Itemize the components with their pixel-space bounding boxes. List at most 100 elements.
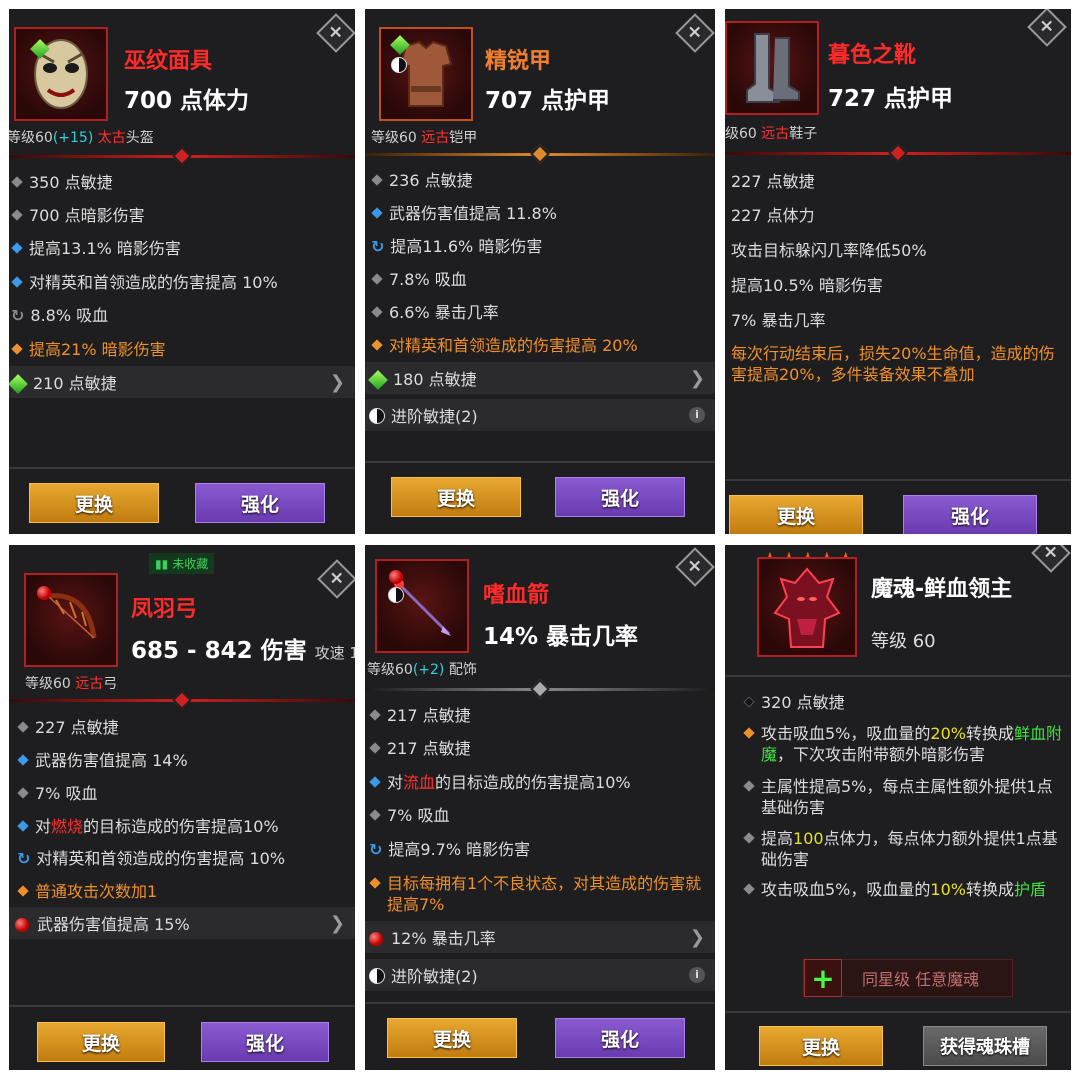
enhance-button[interactable]: 强化 [903, 495, 1037, 534]
chevron-right-icon: ❯ [689, 926, 705, 948]
close-icon: × [328, 22, 344, 43]
socket-text: 武器伤害值提高 15% [37, 915, 190, 934]
close-button[interactable]: × [317, 559, 355, 599]
quality-text: 远古 [761, 126, 790, 142]
stat-line: 攻击吸血5%，吸血量的20%转换成鲜血附魔，下次攻击附带额外暗影伤害 [741, 723, 1063, 765]
replace-button[interactable]: 更换 [37, 1022, 165, 1062]
item-card-bow: ▮▮未收藏 × 凤羽弓 685 - 842 伤害攻速 1.2 等级60 远古弓 … [9, 545, 355, 1070]
stat-line: 6.6% 暴击几率 [369, 302, 499, 323]
close-button[interactable]: × [1031, 545, 1071, 573]
close-button[interactable]: × [675, 547, 715, 587]
divider [365, 679, 715, 699]
advanced-stat-row[interactable]: 进阶敏捷(2) i [365, 399, 715, 431]
yinyang-icon [391, 57, 407, 73]
bullet-icon [743, 727, 755, 739]
divider [9, 146, 355, 166]
separator [9, 1005, 355, 1007]
stat-line: 350 点敏捷 [9, 172, 113, 193]
enhance-button[interactable]: 强化 [555, 477, 685, 517]
item-card-armor: × 精锐甲 707 点护甲 等级60 远古铠甲 236 点敏捷 武器伤害值提高 … [365, 9, 715, 534]
bullet-icon [17, 885, 29, 897]
enhance-button[interactable]: 强化 [555, 1018, 685, 1058]
item-level-line: 等级60 远古铠甲 [371, 127, 477, 147]
quality-text: 远古 [421, 130, 450, 146]
item-name: 精锐甲 [485, 49, 552, 74]
close-button[interactable]: × [675, 13, 715, 53]
bullet-icon [11, 276, 23, 288]
gem-red-icon [15, 917, 29, 932]
bullet-icon [17, 721, 29, 733]
enhance-button[interactable]: 强化 [195, 483, 325, 523]
bullet-icon [369, 776, 381, 788]
advanced-stat-row[interactable]: 进阶敏捷(2) i [365, 959, 715, 991]
socket-row[interactable]: 180 点敏捷 ❯ [365, 362, 715, 394]
socket-row[interactable]: 武器伤害值提高 15% ❯ [9, 907, 355, 939]
close-icon: × [1039, 16, 1055, 37]
replace-button[interactable]: 更换 [729, 495, 863, 534]
bullet-icon [11, 209, 23, 221]
bullet-icon [371, 273, 383, 285]
soul-portrait [757, 557, 857, 657]
bullet-icon [369, 709, 381, 721]
bullet-icon [17, 754, 29, 766]
level-text: 等级60 [367, 662, 413, 678]
info-icon[interactable]: i [689, 967, 705, 983]
divider [725, 143, 1071, 163]
advanced-text: 进阶敏捷(2) [391, 407, 478, 426]
socket-text: 180 点敏捷 [393, 370, 477, 389]
bullet-icon [369, 877, 381, 889]
reroll-icon: ↻ [11, 306, 25, 325]
close-icon: × [329, 568, 345, 589]
reroll-icon: ↻ [369, 840, 383, 859]
stat-line: 武器伤害值提高 11.8% [369, 203, 557, 224]
slot-text: 头盔 [125, 130, 154, 146]
level-text: 等级60 [25, 676, 71, 692]
item-main-stat: 700 点体力 [124, 88, 250, 114]
close-button[interactable]: × [316, 13, 355, 53]
stat-line: 7% 暴击几率 [731, 311, 826, 330]
stat-line: 217 点敏捷 [367, 705, 471, 726]
bullet-icon [371, 174, 383, 186]
stat-line: 提高21% 暗影伤害 [9, 339, 166, 360]
socket-row[interactable]: 12% 暴击几率 ❯ [365, 921, 715, 953]
get-soul-slot-button[interactable]: 获得魂珠槽 [923, 1026, 1047, 1066]
separator [365, 1002, 715, 1004]
item-icon-mask [14, 27, 108, 121]
info-icon[interactable]: i [689, 407, 705, 423]
gem-red-icon [369, 931, 383, 946]
replace-button[interactable]: 更换 [387, 1018, 517, 1058]
slot-text: 弓 [103, 676, 118, 692]
enhance-button[interactable]: 强化 [201, 1022, 329, 1062]
item-level-line: 等级60 远古弓 [25, 673, 117, 693]
plus-icon: + [804, 959, 842, 997]
close-button[interactable]: × [1027, 9, 1067, 47]
item-level-line: 等级60(+2) 配饰 [367, 659, 477, 679]
replace-button[interactable]: 更换 [759, 1026, 883, 1066]
stat-line: 对流血 的目标造成的伤害提高10% [367, 772, 631, 793]
replace-button[interactable]: 更换 [391, 477, 521, 517]
boots-icon [746, 33, 800, 103]
level-text: 等级60 [9, 130, 53, 146]
bullet-icon [743, 696, 755, 708]
soul-level: 等级 60 [871, 631, 936, 652]
stat-line: 700 点暗影伤害 [9, 205, 145, 226]
stat-line: 普通攻击次数加1 [15, 881, 157, 902]
yinyang-icon [369, 968, 385, 984]
reroll-icon: ↻ [371, 237, 385, 256]
socket-row[interactable]: 210 点敏捷 ❯ [9, 366, 355, 398]
divider [365, 144, 715, 164]
item-icon-boots [725, 21, 819, 115]
separator [9, 467, 355, 469]
soul-card-blood-lord: × ★ ★ ★ ★ ★ 魔魂-鲜血领主 等级 60 320 点敏捷 攻击吸血5%… [725, 545, 1071, 1070]
stat-line: ↻ 提高9.7% 暗影伤害 [369, 840, 531, 859]
bullet-icon [369, 742, 381, 754]
chevron-right-icon: ❯ [329, 371, 345, 393]
add-soul-slot[interactable]: + 同星级 任意魔魂 [803, 959, 1013, 997]
bullet-icon [11, 242, 23, 254]
yinyang-icon [388, 587, 404, 603]
stat-line: 7% 吸血 [15, 783, 97, 804]
replace-button[interactable]: 更换 [29, 483, 159, 523]
stat-line: 7% 吸血 [367, 805, 449, 826]
stat-line: 攻击吸血5%，吸血量的10%转换成护盾 [741, 879, 1063, 900]
item-main-stat: 14% 暴击几率 [483, 624, 639, 650]
